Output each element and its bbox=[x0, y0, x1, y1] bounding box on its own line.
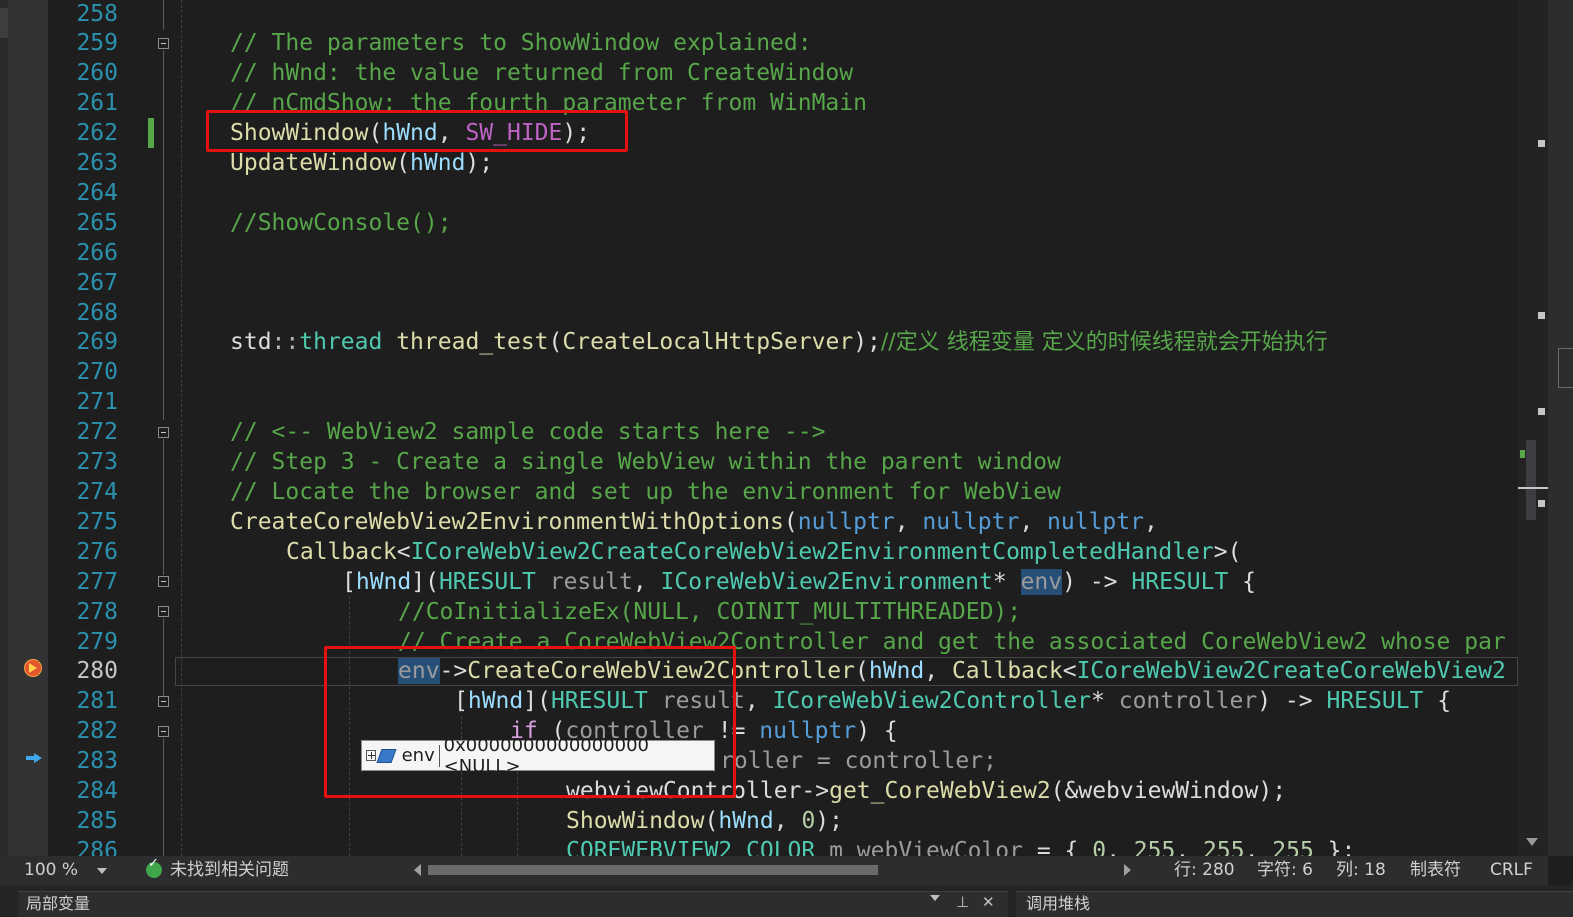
line-number: 266 bbox=[76, 240, 118, 266]
line-number-current: 280 bbox=[76, 658, 118, 684]
code-line-259[interactable]: // The parameters to ShowWindow explaine… bbox=[230, 28, 812, 58]
strip-tab bbox=[0, 8, 8, 38]
env-param-highlight: env bbox=[1020, 569, 1063, 595]
line-ending[interactable]: CRLF bbox=[1490, 856, 1533, 885]
line-number: 259 bbox=[76, 30, 118, 56]
fold-guide bbox=[163, 439, 164, 575]
datatip-variable-name: env bbox=[401, 745, 435, 766]
line-number: 269 bbox=[76, 329, 118, 355]
call-stack-title[interactable]: 调用堆栈 bbox=[1026, 892, 1090, 916]
code-line-260[interactable]: // hWnd: the value returned from CreateW… bbox=[230, 58, 853, 88]
scroll-change-marker bbox=[1520, 450, 1525, 458]
fold-toggle[interactable] bbox=[158, 606, 169, 617]
bottom-tool-windows: 局部变量 ⊥ ✕ 调用堆栈 bbox=[0, 885, 1573, 917]
fold-guide bbox=[163, 738, 164, 856]
line-number: 271 bbox=[76, 389, 118, 415]
line-number: 281 bbox=[76, 688, 118, 714]
line-number: 264 bbox=[76, 180, 118, 206]
scroll-position-line bbox=[1518, 487, 1548, 489]
side-tab[interactable] bbox=[1558, 348, 1573, 388]
line-number: 258 bbox=[76, 1, 118, 27]
col-indicator[interactable]: 列: 18 bbox=[1336, 856, 1386, 885]
change-indicator bbox=[148, 118, 154, 148]
annotation-box-showwindow bbox=[206, 110, 628, 152]
line-number: 272 bbox=[76, 419, 118, 445]
line-number: 278 bbox=[76, 599, 118, 625]
close-icon[interactable]: ✕ bbox=[982, 893, 995, 911]
scroll-marker bbox=[1538, 140, 1545, 147]
line-number: 263 bbox=[76, 150, 118, 176]
line-number: 284 bbox=[76, 778, 118, 804]
horizontal-scroll-thumb[interactable] bbox=[428, 865, 878, 875]
code-line-269[interactable]: std::thread thread_test(CreateLocalHttpS… bbox=[230, 327, 1328, 357]
indent-guide bbox=[181, 0, 182, 856]
code-line-273[interactable]: // Step 3 - Create a single WebView with… bbox=[230, 447, 1061, 477]
code-line-278[interactable]: //CoInitializeEx(NULL, COINIT_MULTITHREA… bbox=[398, 597, 1021, 627]
scroll-left-icon[interactable] bbox=[414, 864, 421, 876]
debugger-datatip[interactable]: env 0x0000000000000000 <NULL> bbox=[361, 735, 715, 777]
check-circle-icon bbox=[146, 856, 162, 878]
scroll-marker bbox=[1538, 312, 1545, 319]
line-number: 260 bbox=[76, 60, 118, 86]
scroll-marker bbox=[1538, 408, 1545, 415]
line-number: 277 bbox=[76, 569, 118, 595]
fold-guide bbox=[163, 50, 164, 420]
pin-icon[interactable]: ⊥ bbox=[956, 893, 969, 911]
line-number: 261 bbox=[76, 90, 118, 116]
fold-toggle[interactable] bbox=[158, 576, 169, 587]
line-number: 274 bbox=[76, 479, 118, 505]
line-number: 275 bbox=[76, 509, 118, 535]
line-number: 262 bbox=[76, 120, 118, 146]
scroll-marker bbox=[1538, 500, 1545, 507]
code-line-276[interactable]: Callback<ICoreWebView2CreateCoreWebView2… bbox=[286, 537, 1241, 567]
line-number: 265 bbox=[76, 210, 118, 236]
line-number: 268 bbox=[76, 300, 118, 326]
panel-dropdown-icon[interactable] bbox=[930, 895, 940, 901]
zoom-level[interactable]: 100 % bbox=[24, 856, 78, 885]
line-number: 267 bbox=[76, 270, 118, 296]
breakpoint-current-statement-icon[interactable] bbox=[24, 659, 42, 677]
fold-toggle[interactable] bbox=[158, 427, 169, 438]
locals-title[interactable]: 局部变量 bbox=[26, 892, 90, 916]
indent-mode[interactable]: 制表符 bbox=[1410, 856, 1461, 885]
fold-toggle[interactable] bbox=[158, 726, 169, 737]
datatip-separator bbox=[438, 744, 440, 767]
scroll-right-icon[interactable] bbox=[1124, 864, 1131, 876]
scroll-thumb[interactable] bbox=[1526, 440, 1536, 520]
code-line-272[interactable]: // <-- WebView2 sample code starts here … bbox=[230, 417, 825, 447]
code-line-285[interactable]: ShowWindow(hWnd, 0); bbox=[566, 806, 843, 836]
code-line-277[interactable]: [hWnd](HRESULT result, ICoreWebView2Envi… bbox=[342, 567, 1256, 597]
issues-status[interactable]: 未找到相关问题 bbox=[170, 856, 289, 885]
fold-toggle[interactable] bbox=[158, 696, 169, 707]
variable-icon bbox=[376, 748, 398, 763]
code-line-265[interactable]: //ShowConsole(); bbox=[230, 208, 452, 238]
line-number: 270 bbox=[76, 359, 118, 385]
expand-icon[interactable] bbox=[366, 750, 377, 761]
datatip-value[interactable]: 0x0000000000000000 <NULL> bbox=[444, 735, 714, 777]
line-number: 285 bbox=[76, 808, 118, 834]
call-stack-panel bbox=[1016, 891, 1573, 917]
step-into-icon[interactable] bbox=[25, 752, 43, 764]
char-indicator[interactable]: 字符: 6 bbox=[1257, 856, 1313, 885]
locals-panel bbox=[18, 891, 1008, 917]
zoom-dropdown-icon[interactable] bbox=[97, 868, 107, 874]
code-line-275[interactable]: CreateCoreWebView2EnvironmentWithOptions… bbox=[230, 507, 1158, 537]
line-number: 276 bbox=[76, 539, 118, 565]
left-tool-strip bbox=[0, 0, 8, 856]
right-side-panel bbox=[1548, 0, 1573, 856]
fold-guide bbox=[163, 0, 164, 30]
code-line-283[interactable]: roller = controller; bbox=[720, 746, 997, 776]
line-number: 273 bbox=[76, 449, 118, 475]
code-line-274[interactable]: // Locate the browser and set up the env… bbox=[230, 477, 1061, 507]
line-number: 282 bbox=[76, 718, 118, 744]
row-indicator[interactable]: 行: 280 bbox=[1174, 856, 1235, 885]
scroll-down-icon[interactable] bbox=[1526, 838, 1538, 846]
vertical-scrollbar[interactable] bbox=[1518, 0, 1548, 856]
line-number: 283 bbox=[76, 748, 118, 774]
line-number: 279 bbox=[76, 629, 118, 655]
code-line-263[interactable]: UpdateWindow(hWnd); bbox=[230, 148, 493, 178]
fold-guide bbox=[163, 618, 164, 696]
fold-toggle[interactable] bbox=[158, 38, 169, 49]
